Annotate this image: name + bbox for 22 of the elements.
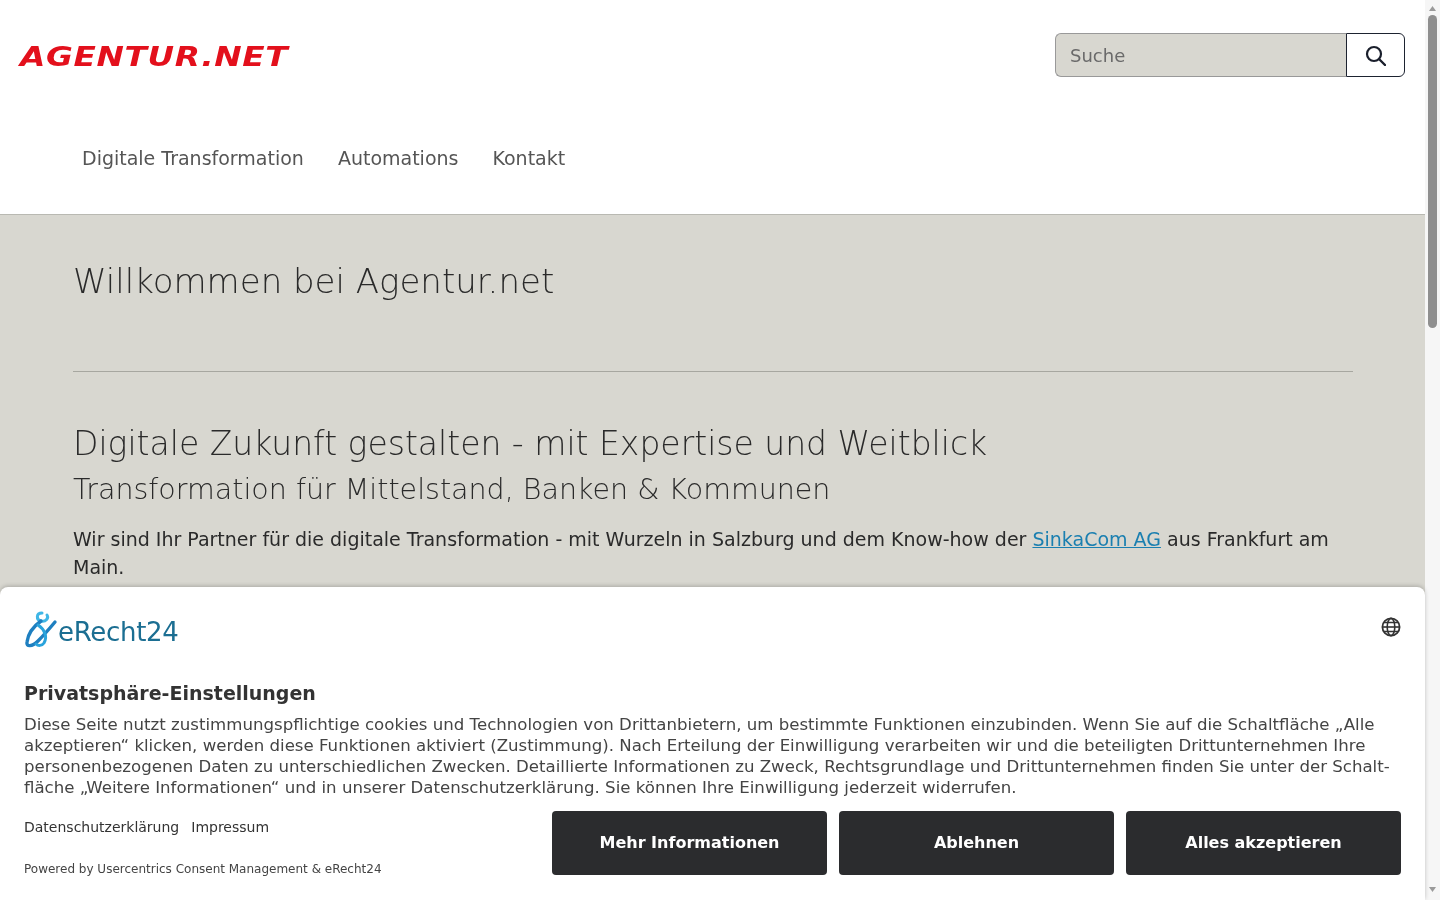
nav-link[interactable]: Kontakt — [492, 146, 566, 170]
powered-by-text: Powered by Usercentrics Consent Management & eRecht24 — [24, 862, 382, 877]
brand-name: eRecht24 — [58, 616, 179, 648]
intro-paragraph: Wir sind Ihr Partner für die digitale Transformation - mit Wurzeln in Salzburg und dem Know-how der SinkaCom AG aus Frankfurt am Main. — [73, 527, 1330, 580]
consent-button[interactable]: Ablehnen — [839, 811, 1114, 875]
search-button[interactable] — [1346, 33, 1405, 77]
swirl-logo-icon — [24, 610, 58, 648]
nav-link[interactable]: Digitale Transformation — [82, 146, 304, 170]
footer-link[interactable]: Impressum — [191, 819, 270, 836]
banner-text: Diese Seite nutzt zustimmungspflichtige cookies und Technologien von Drittanbietern, um bestimmte Funktionen einzubinden. Wenn Sie auf die Schaltfläche „Alle akzeptieren“ klicken, werden diese Funktionen aktiviert (Zustimmung). Nach Erteilung der Einwilligung verarbeiten wir und die beteiligten Drittunternehmen Ihre personenbezogenen Daten zu unterschiedlichen Zwecken. Detaillierte Informationen zu Zweck, Rechtsgrundlage und Drittunternehmen finden Sie unter der Schalt-fläche „Weitere Informationen“ und in unserer Datenschutzerklärung. Sie können Ihre Einwilligung jederzeit widerrufen. — [24, 714, 1391, 798]
site-logo[interactable]: AGENTUR.NET — [20, 44, 289, 70]
search-icon — [1365, 44, 1386, 66]
section-subheading: Transformation für Mittelstand, Banken & Kommunen — [73, 473, 832, 507]
nav-link[interactable]: Automations — [337, 146, 459, 170]
section-heading: Digitale Zukunft gestalten - mit Expertise und Weitblick — [73, 423, 989, 464]
banner-title: Privatsphäre-Einstellungen — [24, 681, 317, 705]
consent-button[interactable]: Alles akzeptieren — [1126, 811, 1401, 875]
search-field[interactable]: Suche — [1055, 33, 1346, 77]
footer-link[interactable]: Datenschutzerklärung — [24, 819, 180, 836]
page-title: Willkommen bei Agentur.net — [73, 261, 556, 302]
consent-button[interactable]: Mehr Informationen — [552, 811, 827, 875]
globe-icon — [1381, 616, 1401, 637]
